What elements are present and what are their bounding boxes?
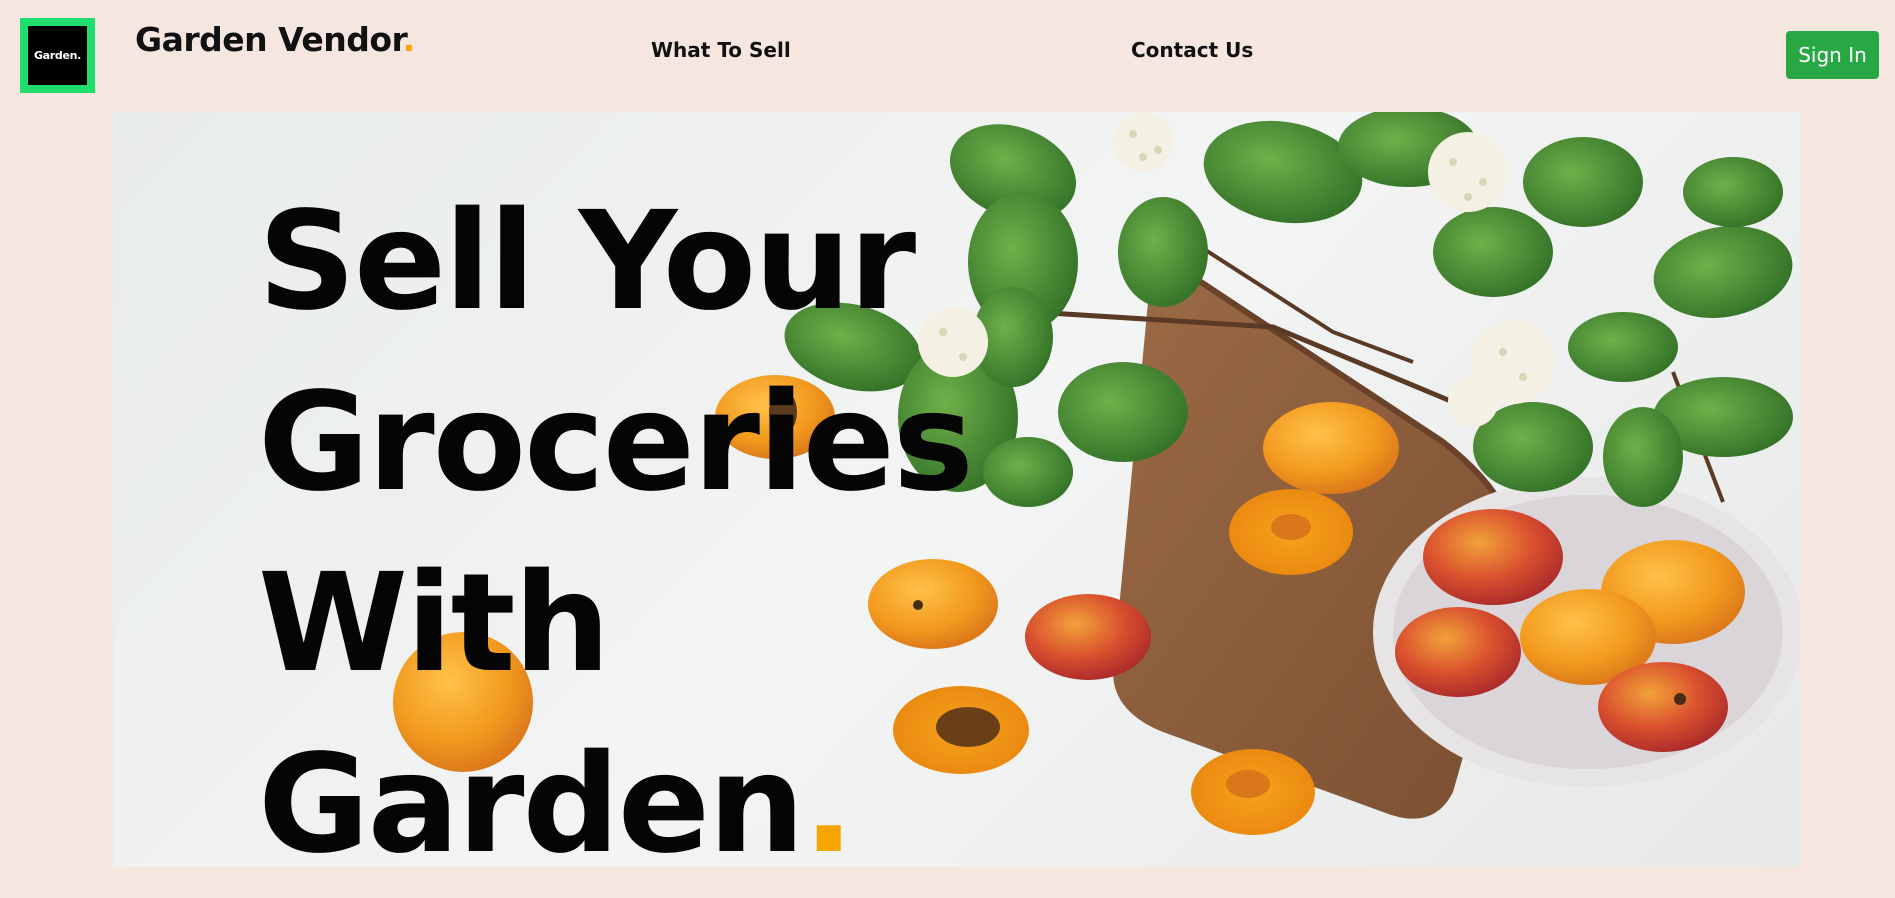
page: Garden. Garden Vendor. What To Sell Cont…	[0, 0, 1895, 898]
brand-name: Garden Vendor.	[135, 20, 415, 59]
brand-dot: .	[402, 20, 416, 59]
brand-name-text: Garden Vendor	[135, 20, 403, 59]
sign-in-button[interactable]: Sign In	[1786, 31, 1879, 79]
hero-heading: Sell Your Groceries With Garden.	[258, 172, 974, 867]
hero-line-4-text: Garden	[258, 726, 805, 867]
hero-line-2: Groceries	[258, 364, 974, 522]
nav-contact-us[interactable]: Contact Us	[1131, 38, 1253, 62]
logo[interactable]: Garden.	[20, 18, 95, 93]
hero-line-3: With	[258, 545, 610, 703]
hero-dot: .	[802, 726, 855, 867]
hero-line-1: Sell Your	[258, 183, 916, 341]
logo-text: Garden.	[28, 26, 87, 85]
hero-line-4: Garden.	[258, 715, 972, 867]
hero-banner: Sell Your Groceries With Garden.	[113, 112, 1800, 867]
nav-what-to-sell[interactable]: What To Sell	[651, 38, 791, 62]
